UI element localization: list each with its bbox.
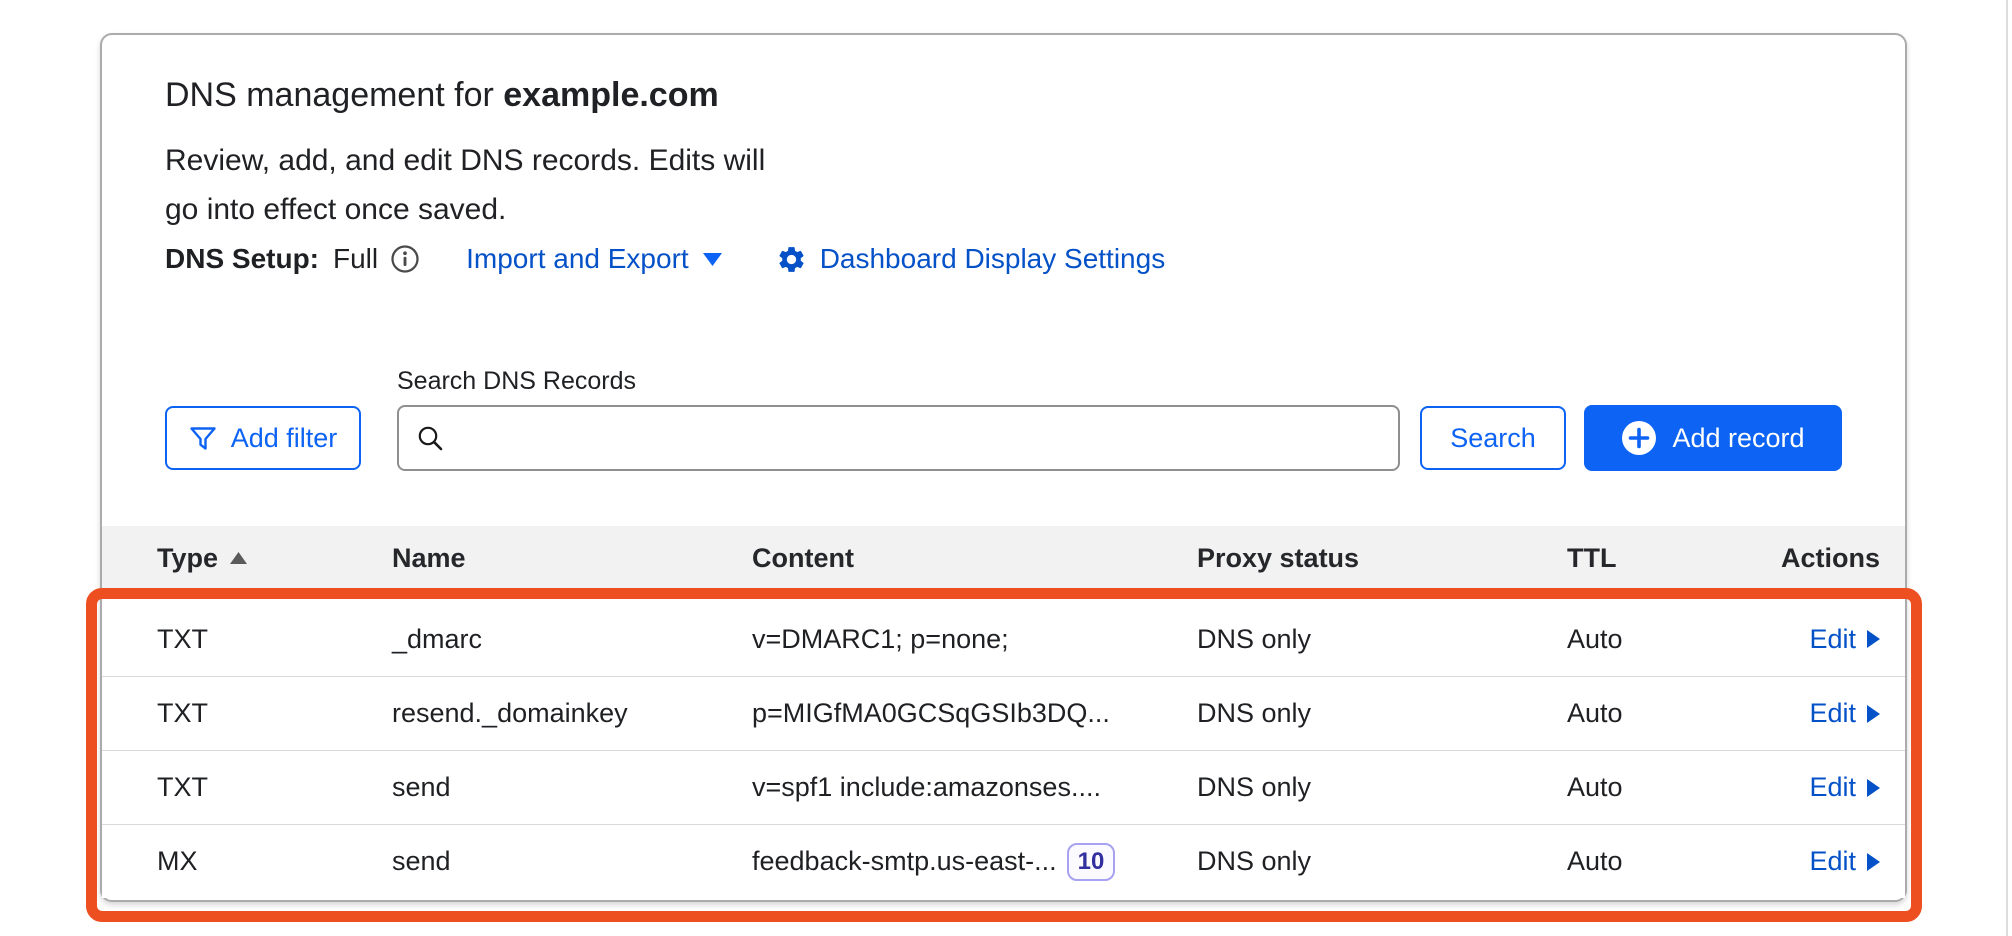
dns-management-panel: DNS management for example.com Review, a… [100,33,1907,902]
page-subtitle-line2: go into effect once saved. [165,185,765,234]
add-filter-button[interactable]: Add filter [165,406,361,470]
table-row: TXT _dmarc v=DMARC1; p=none; DNS only Au… [102,602,1905,676]
add-record-label: Add record [1672,423,1804,454]
cell-content: p=MIGfMA0GCSqGSIb3DQ... [752,698,1197,729]
dashboard-display-settings-link[interactable]: Dashboard Display Settings [776,243,1166,275]
cell-name: resend._domainkey [392,698,752,729]
screen-right-edge [2006,0,2008,936]
add-record-button[interactable]: Add record [1584,405,1842,471]
edit-record-button[interactable]: Edit [1742,624,1880,655]
table-row: TXT send v=spf1 include:amazonses.... DN… [102,750,1905,824]
cell-ttl: Auto [1567,772,1742,803]
search-dns-records-label: Search DNS Records [397,367,636,396]
cell-proxy-status: DNS only [1197,772,1567,803]
edit-record-button[interactable]: Edit [1742,698,1880,729]
search-button-label: Search [1450,423,1536,454]
table-header-row: Type Name Content Proxy status TTL Actio… [102,526,1905,590]
cell-name: send [392,846,752,877]
chevron-right-icon [1867,779,1880,797]
cell-proxy-status: DNS only [1197,624,1567,655]
import-export-label: Import and Export [466,243,689,275]
column-header-name: Name [392,543,752,574]
cell-content: v=spf1 include:amazonses.... [752,772,1197,803]
search-input-wrap [397,405,1400,471]
search-icon [415,423,445,453]
dns-setup-label: DNS Setup: [165,243,319,275]
chevron-down-icon [703,253,722,266]
table-row: TXT resend._domainkey p=MIGfMA0GCSqGSIb3… [102,676,1905,750]
cell-type: TXT [157,772,392,803]
table-body: TXT _dmarc v=DMARC1; p=none; DNS only Au… [102,602,1905,898]
cell-type: TXT [157,698,392,729]
dns-records-table: Type Name Content Proxy status TTL Actio… [102,526,1905,898]
sort-ascending-icon [230,552,247,564]
page-subtitle: Review, add, and edit DNS records. Edits… [165,136,765,234]
filter-icon [189,425,217,452]
import-export-link[interactable]: Import and Export [466,243,722,275]
page-subtitle-line1: Review, add, and edit DNS records. Edits… [165,136,765,185]
cell-type: TXT [157,624,392,655]
edit-record-button[interactable]: Edit [1742,846,1880,877]
cell-content: feedback-smtp.us-east-... 10 [752,843,1197,881]
page-title: DNS management for example.com [165,75,719,115]
dns-setup-value: Full [333,243,378,275]
chevron-right-icon [1867,705,1880,723]
column-header-content: Content [752,543,1197,574]
column-header-ttl: TTL [1567,543,1742,574]
edit-record-button[interactable]: Edit [1742,772,1880,803]
search-button[interactable]: Search [1420,406,1566,470]
search-input[interactable] [455,410,1398,466]
gear-icon [776,244,807,275]
dashboard-display-settings-label: Dashboard Display Settings [820,243,1166,275]
add-filter-label: Add filter [231,423,338,454]
cell-name: _dmarc [392,624,752,655]
cell-type: MX [157,846,392,877]
column-header-type[interactable]: Type [157,543,392,574]
info-icon[interactable] [390,244,420,274]
plus-icon [1621,420,1657,456]
table-controls: Add filter Search Add record [165,405,1842,471]
cell-proxy-status: DNS only [1197,698,1567,729]
column-header-proxy-status: Proxy status [1197,543,1567,574]
dns-setup-row: DNS Setup: Full Import and Export Dashbo… [165,243,1165,275]
cell-content: v=DMARC1; p=none; [752,624,1197,655]
table-row: MX send feedback-smtp.us-east-... 10 DNS… [102,824,1905,898]
chevron-right-icon [1867,630,1880,648]
page-title-prefix: DNS management for [165,76,503,114]
cell-ttl: Auto [1567,846,1742,877]
column-header-actions: Actions [1742,543,1880,574]
mx-priority-badge: 10 [1067,843,1116,881]
page-title-domain: example.com [503,76,718,114]
cell-ttl: Auto [1567,624,1742,655]
cell-ttl: Auto [1567,698,1742,729]
cell-name: send [392,772,752,803]
chevron-right-icon [1867,853,1880,871]
cell-proxy-status: DNS only [1197,846,1567,877]
